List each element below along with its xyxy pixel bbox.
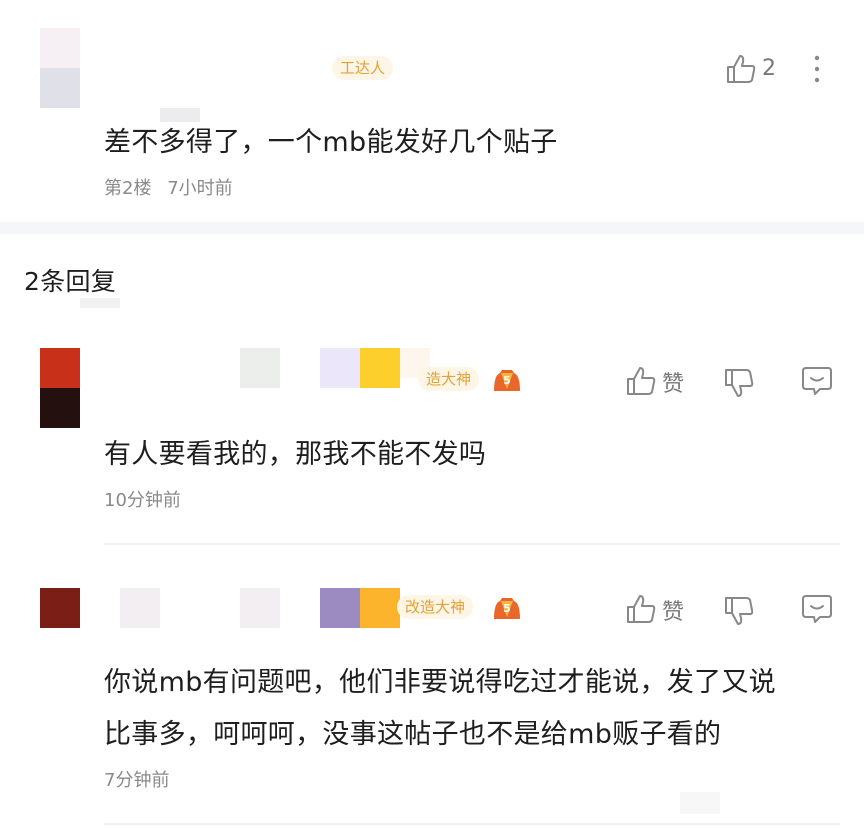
user-title-badge: 工达人 xyxy=(332,56,394,80)
watermark-mosaic xyxy=(680,792,720,814)
avatar[interactable] xyxy=(40,28,80,108)
reply-text-line: 你说mb有问题吧，他们非要说得吃过才能说，发了又说 xyxy=(104,667,776,698)
like-button[interactable] xyxy=(624,592,658,626)
avatar[interactable] xyxy=(40,348,80,428)
more-options-button[interactable] xyxy=(800,52,834,86)
thumb-up-icon xyxy=(727,55,756,83)
reply-button[interactable] xyxy=(800,592,834,626)
thumb-down-icon xyxy=(725,369,754,397)
reply-text-line: 比事多，呵呵呵，没事这帖子也不是给mb贩子看的 xyxy=(104,719,722,750)
like-count: 2 xyxy=(762,56,776,81)
title-mosaic xyxy=(320,348,360,388)
comment-bubble-icon xyxy=(802,595,832,623)
replies-count-header: 2条回复 xyxy=(24,267,117,296)
section-separator xyxy=(0,222,864,234)
header-mosaic xyxy=(80,298,120,308)
floor-number: 第2楼 xyxy=(104,178,152,199)
svg-text:5: 5 xyxy=(503,374,511,387)
dislike-button[interactable] xyxy=(722,366,756,400)
divider xyxy=(104,543,840,545)
post-time: 10分钟前 xyxy=(104,490,181,511)
user-title-badge: 造大神 xyxy=(418,367,480,391)
level-medal-icon: 5 xyxy=(492,595,522,621)
post-time: 7分钟前 xyxy=(104,770,170,791)
reply-text: 有人要看我的，那我不能不发吗 xyxy=(104,439,487,470)
like-label[interactable]: 赞 xyxy=(662,366,684,398)
comment-meta: 第2楼 7小时前 xyxy=(104,174,233,200)
dislike-button[interactable] xyxy=(722,594,756,628)
like-button[interactable] xyxy=(624,364,658,398)
user-title-badge: 改造大神 xyxy=(397,595,474,619)
thumb-up-icon xyxy=(627,367,656,395)
username-mosaic[interactable] xyxy=(120,588,160,628)
avatar[interactable] xyxy=(40,588,80,628)
divider xyxy=(104,823,840,825)
comment-bubble-icon xyxy=(802,367,832,395)
title-mosaic xyxy=(360,348,400,388)
reply-button[interactable] xyxy=(800,364,834,398)
username-mosaic[interactable] xyxy=(240,348,280,388)
post-time: 7小时前 xyxy=(167,178,233,199)
like-button[interactable] xyxy=(724,52,758,86)
more-vertical-icon xyxy=(814,55,820,83)
title-mosaic xyxy=(320,588,360,628)
thumb-down-icon xyxy=(725,597,754,625)
comment-text: 差不多得了，一个mb能发好几个贴子 xyxy=(104,127,558,158)
level-medal-icon: 5 xyxy=(492,367,522,393)
svg-text:5: 5 xyxy=(503,602,511,615)
username-mosaic[interactable] xyxy=(240,588,280,628)
thumb-up-icon xyxy=(627,595,656,623)
like-label[interactable]: 赞 xyxy=(662,594,684,626)
title-mosaic xyxy=(360,588,400,628)
